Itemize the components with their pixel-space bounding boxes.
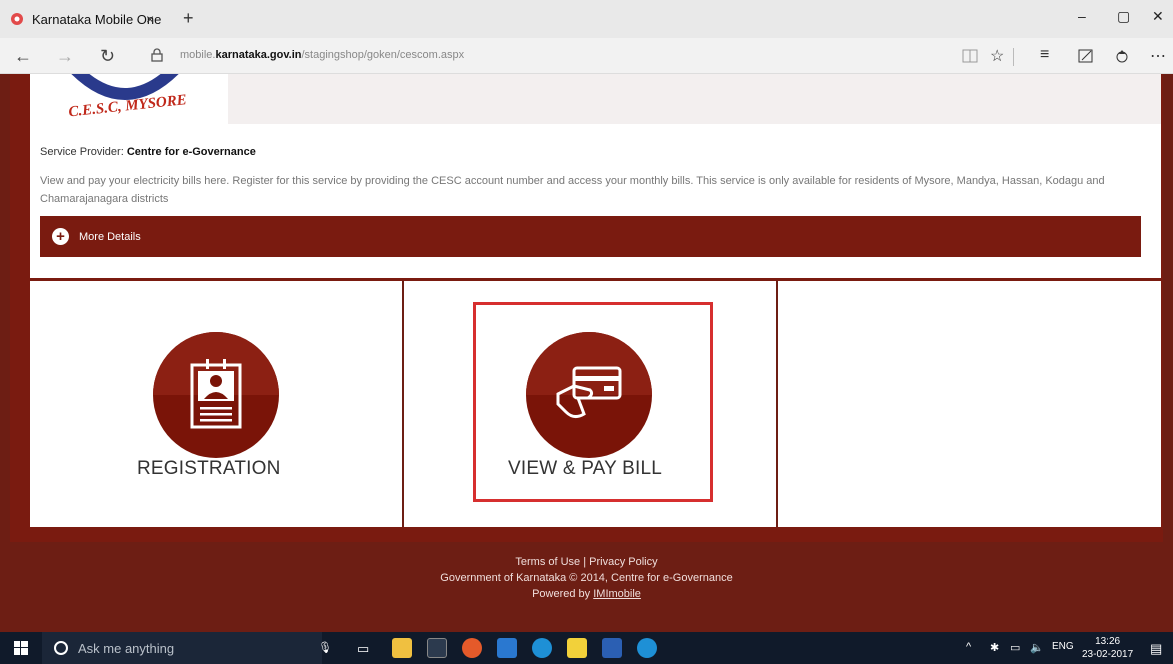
cortana-search[interactable]: Ask me anything <box>42 632 322 664</box>
maximize-icon[interactable]: ▢ <box>1117 8 1130 25</box>
bluetooth-icon[interactable]: ✱ <box>990 641 999 654</box>
store-icon[interactable] <box>427 638 447 658</box>
refresh-icon[interactable]: ↻ <box>100 46 115 67</box>
file-explorer-icon[interactable] <box>392 638 412 658</box>
search-placeholder: Ask me anything <box>78 640 175 656</box>
new-tab-icon[interactable]: + <box>183 8 194 29</box>
empty-card <box>778 281 1161 527</box>
volume-icon[interactable]: 🔈 <box>1030 641 1044 654</box>
toolbar-separator <box>1013 48 1014 66</box>
registration-card[interactable]: REGISTRATION <box>30 281 402 527</box>
minimize-icon[interactable]: – <box>1078 8 1086 24</box>
page-footer: Terms of Use | Privacy Policy Government… <box>0 554 1173 602</box>
service-provider: Service Provider: Centre for e-Governanc… <box>40 146 256 158</box>
footer-powered: Powered by IMImobile <box>532 588 641 600</box>
windows-start-icon[interactable] <box>14 641 28 655</box>
action-center-icon[interactable]: ▤ <box>1150 641 1162 657</box>
browser-tab-strip: Karnataka Mobile One × + – ▢ ✕ <box>0 0 1173 38</box>
service-description: View and pay your electricity bills here… <box>40 175 1105 205</box>
cesc-logo: C.E.S.C, MYSORE <box>65 59 188 120</box>
network-icon[interactable]: ▭ <box>1010 641 1020 654</box>
tab-title: Karnataka Mobile One <box>32 11 162 27</box>
task-view-icon[interactable]: ▭ <box>357 641 369 657</box>
share-icon[interactable] <box>1114 49 1130 63</box>
card-payment-icon <box>556 366 622 419</box>
imimobile-link[interactable]: IMImobile <box>593 588 641 600</box>
system-clock[interactable]: 13:26 23-02-2017 <box>1082 635 1133 661</box>
back-icon[interactable]: ← <box>14 46 32 67</box>
more-details-label: More Details <box>79 230 141 243</box>
outlook-icon[interactable] <box>497 638 517 658</box>
registration-circle <box>153 332 279 458</box>
footer-copyright: Government of Karnataka © 2014, Centre f… <box>440 572 733 584</box>
header-band: C.E.S.C, MYSORE <box>30 59 1161 124</box>
microphone-icon[interactable]: 🎙 <box>318 641 332 654</box>
lock-icon <box>151 48 163 62</box>
word-icon[interactable] <box>602 638 622 658</box>
edge-icon[interactable] <box>532 638 552 658</box>
web-note-icon[interactable] <box>1078 49 1094 63</box>
logo-panel: C.E.S.C, MYSORE <box>30 59 228 124</box>
plus-icon: + <box>52 228 69 245</box>
browser-tab[interactable]: Karnataka Mobile One × <box>0 0 175 38</box>
show-hidden-icons[interactable]: ^ <box>966 641 971 653</box>
forward-icon[interactable]: → <box>56 46 74 67</box>
chrome-icon[interactable] <box>462 638 482 658</box>
privacy-link[interactable]: Privacy Policy <box>589 556 657 568</box>
footer-links: Terms of Use | Privacy Policy <box>515 556 658 568</box>
window-close-icon[interactable]: ✕ <box>1152 8 1164 25</box>
site-favicon-icon <box>11 13 23 25</box>
more-details-button[interactable]: + More Details <box>40 216 1141 257</box>
favorite-star-icon[interactable]: ☆ <box>990 46 1004 66</box>
address-bar: ← → ↻ mobile.karnataka.gov.in/stagingsho… <box>0 38 1173 74</box>
terms-link[interactable]: Terms of Use <box>515 556 580 568</box>
sticky-notes-icon[interactable] <box>567 638 587 658</box>
more-icon[interactable]: ⋯ <box>1150 46 1166 66</box>
language-indicator[interactable]: ENG <box>1052 641 1074 652</box>
registration-label: REGISTRATION <box>137 458 281 479</box>
edge-active-icon[interactable] <box>637 638 657 658</box>
cortana-icon <box>54 641 68 655</box>
registration-form-icon <box>190 359 242 429</box>
url-field[interactable]: mobile.karnataka.gov.in/stagingshop/goke… <box>180 49 464 61</box>
reading-view-icon[interactable] <box>962 49 978 63</box>
service-info: Service Provider: Centre for e-Governanc… <box>30 124 1161 278</box>
hub-icon[interactable]: ≡ <box>1040 46 1049 64</box>
windows-taskbar: Ask me anything 🎙 ▭ ^ ✱ ▭ 🔈 ENG 13:26 23… <box>0 632 1173 664</box>
tab-close-icon[interactable]: × <box>146 11 154 27</box>
